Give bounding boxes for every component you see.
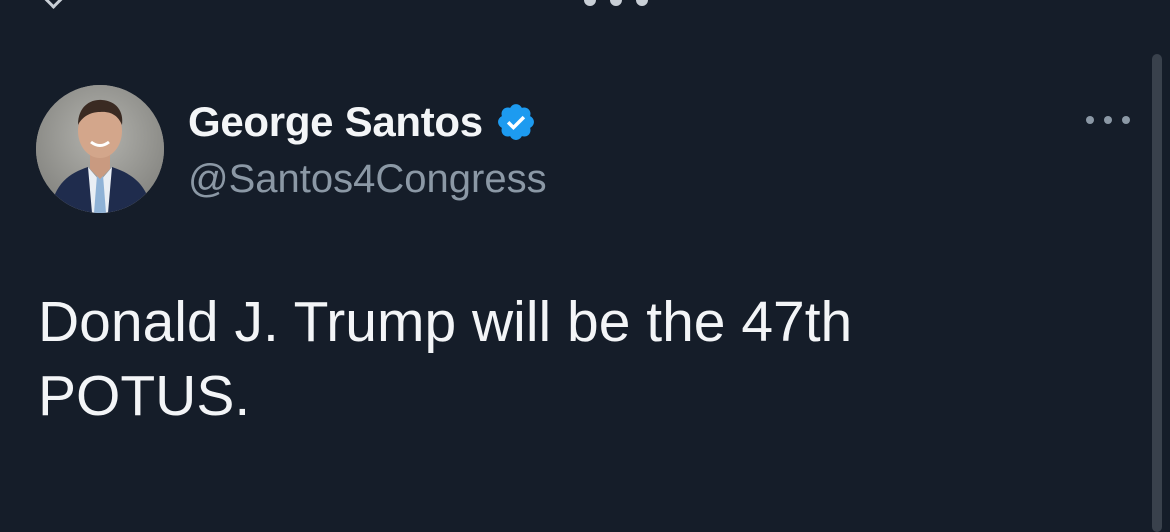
- dot: [584, 0, 596, 6]
- dot: [1086, 116, 1094, 124]
- verified-badge-icon: [497, 104, 534, 140]
- tweet-detail-screen: George Santos @Santos4Congress Donald J.…: [0, 0, 1170, 532]
- top-bar-dots-icon[interactable]: [584, 0, 648, 6]
- dot: [636, 0, 648, 6]
- dot: [610, 0, 622, 6]
- avatar-portrait: [36, 85, 164, 213]
- avatar[interactable]: [36, 85, 164, 213]
- tweet-text: Donald J. Trump will be the 47th POTUS.: [38, 290, 853, 428]
- back-chevron-icon[interactable]: [40, 0, 67, 9]
- scrollbar[interactable]: [1152, 54, 1162, 532]
- more-options-icon[interactable]: [1086, 110, 1130, 130]
- author-display-name[interactable]: George Santos: [188, 98, 483, 146]
- author-handle[interactable]: @Santos4Congress: [188, 157, 547, 202]
- dot: [1104, 116, 1112, 124]
- author-name-row[interactable]: George Santos: [188, 96, 537, 148]
- dot: [1122, 116, 1130, 124]
